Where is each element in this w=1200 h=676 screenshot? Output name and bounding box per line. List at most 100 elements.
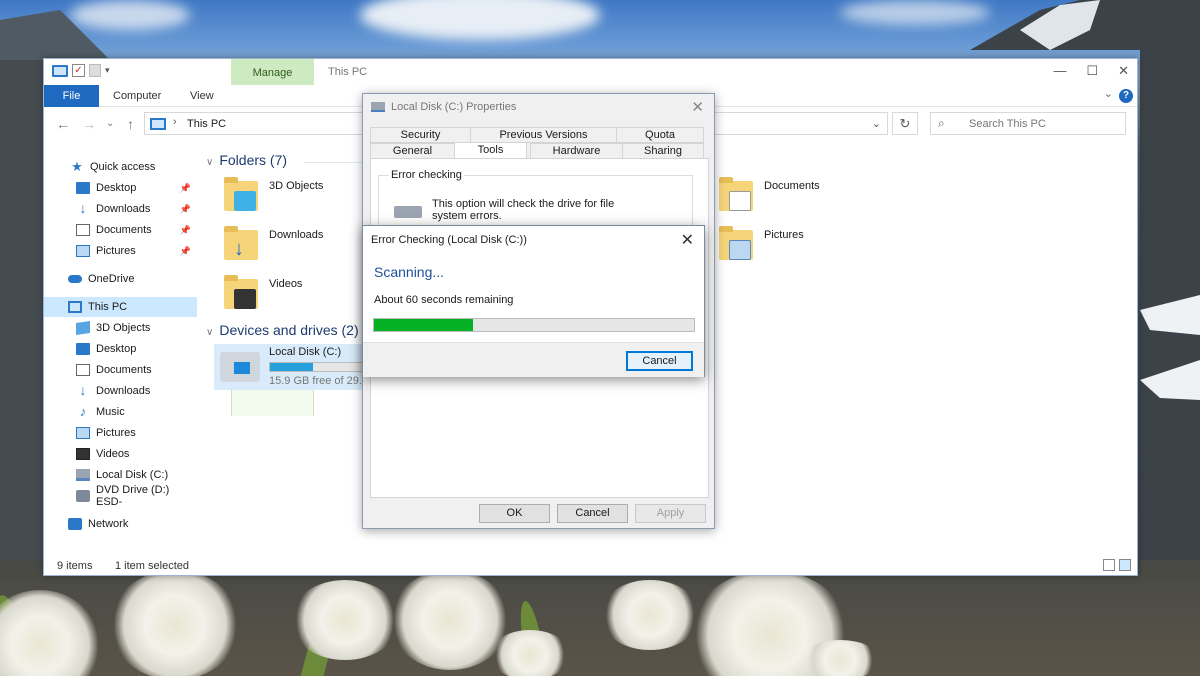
sidebar-item-pictures[interactable]: Pictures 📌 xyxy=(44,241,197,261)
sidebar-item-documents[interactable]: Documents 📌 xyxy=(44,220,197,240)
close-button[interactable]: ✕ xyxy=(1118,63,1129,79)
tab-quota[interactable]: Quota xyxy=(616,127,704,143)
sidebar-item-label: Music xyxy=(96,406,125,418)
sidebar-item-downloads[interactable]: ↓ Downloads 📌 xyxy=(44,199,197,219)
search-icon: ⌕ xyxy=(938,116,945,130)
item-count: 9 items xyxy=(57,560,93,572)
sidebar-item-dvd-drive[interactable]: DVD Drive (D:) ESD- xyxy=(44,484,197,508)
details-view-icon[interactable] xyxy=(1103,559,1115,571)
desktop-icon xyxy=(76,182,90,194)
video-icon xyxy=(76,448,90,460)
chevron-down-icon: ∨ xyxy=(206,327,214,338)
cancel-button[interactable]: Cancel xyxy=(557,504,628,523)
devices-group-header[interactable]: ∨ Devices and drives (2) xyxy=(206,322,359,338)
dvd-drive-icon xyxy=(76,490,90,502)
tab-computer[interactable]: Computer xyxy=(101,85,173,107)
hard-drive-icon xyxy=(371,102,385,112)
folder-documents[interactable]: Documents xyxy=(719,177,829,221)
status-bar: 9 items 1 item selected xyxy=(44,557,1137,577)
expand-ribbon-icon[interactable]: ⌄ xyxy=(1104,87,1113,100)
sidebar-item-documents[interactable]: Documents xyxy=(44,360,197,380)
hard-drive-icon xyxy=(220,352,260,382)
help-icon[interactable]: ? xyxy=(1119,89,1133,103)
sidebar-item-desktop[interactable]: Desktop 📌 xyxy=(44,178,197,198)
picture-icon xyxy=(76,427,90,439)
forward-arrow-icon[interactable]: → xyxy=(82,116,96,132)
close-icon[interactable]: ✕ xyxy=(681,230,694,250)
tab-view[interactable]: View xyxy=(178,85,226,107)
dialog-title-bar: Local Disk (C:) Properties xyxy=(371,101,516,113)
apply-button[interactable]: Apply xyxy=(635,504,706,523)
sidebar-item-label: This PC xyxy=(88,301,128,313)
sidebar-item-onedrive[interactable]: OneDrive xyxy=(44,269,197,289)
refresh-button[interactable]: ↻ xyxy=(892,112,918,135)
cancel-scan-button[interactable]: Cancel xyxy=(626,351,693,371)
this-pc-icon xyxy=(52,64,68,77)
window-title: This PC xyxy=(328,66,368,78)
document-icon xyxy=(76,364,90,376)
folder-label: Videos xyxy=(269,278,303,290)
sidebar-item-music[interactable]: ♪ Music xyxy=(44,402,197,422)
drive-local-disk-c[interactable]: Local Disk (C:) 15.9 GB free of 29. xyxy=(214,344,364,390)
tab-sharing[interactable]: Sharing xyxy=(622,143,704,159)
maximize-button[interactable]: ☐ xyxy=(1086,63,1098,79)
search-box[interactable]: ⌕ xyxy=(930,112,1126,135)
sidebar-item-label: Pictures xyxy=(96,427,136,439)
sidebar-item-pictures[interactable]: Pictures xyxy=(44,423,197,443)
tab-security[interactable]: Security xyxy=(370,127,471,143)
folder-label: Documents xyxy=(764,180,820,192)
large-icons-view-icon[interactable] xyxy=(1119,559,1131,571)
breadcrumb-separator-icon[interactable]: › xyxy=(173,116,177,128)
sidebar-item-3d-objects[interactable]: 3D Objects xyxy=(44,318,197,338)
dialog-title: Local Disk (C:) Properties xyxy=(391,101,517,113)
folder-videos[interactable]: Videos xyxy=(224,275,334,319)
dialog-title: Error Checking (Local Disk (C:)) xyxy=(371,234,527,246)
document-icon xyxy=(76,224,90,236)
manage-tab[interactable]: Manage xyxy=(231,59,314,85)
desktop-icon xyxy=(76,343,90,355)
this-pc-icon xyxy=(150,118,166,130)
sidebar-item-this-pc[interactable]: This PC xyxy=(44,297,197,317)
close-icon[interactable]: ✕ xyxy=(691,98,704,116)
sidebar-item-network[interactable]: Network xyxy=(44,514,197,534)
address-dropdown-icon[interactable]: ⌄ xyxy=(872,117,881,130)
sidebar-item-label: 3D Objects xyxy=(96,322,151,334)
folder-label: Downloads xyxy=(269,229,324,241)
sidebar-item-videos[interactable]: Videos xyxy=(44,444,197,464)
download-icon: ↓ xyxy=(234,238,244,260)
breadcrumb[interactable]: This PC xyxy=(187,118,226,130)
tab-file[interactable]: File xyxy=(44,85,99,107)
tab-hardware[interactable]: Hardware xyxy=(530,143,623,159)
sidebar-item-desktop[interactable]: Desktop xyxy=(44,339,197,359)
sidebar-item-label: Network xyxy=(88,518,129,530)
tab-general[interactable]: General xyxy=(370,143,455,159)
ok-button[interactable]: OK xyxy=(479,504,550,523)
folder-label: 3D Objects xyxy=(269,180,324,192)
folders-group-header[interactable]: ∨ Folders (7) xyxy=(206,152,287,168)
folder-downloads[interactable]: ↓ Downloads xyxy=(224,226,334,270)
sidebar-item-quick-access[interactable]: ★ Quick access xyxy=(44,157,197,177)
sidebar-item-label: Videos xyxy=(96,448,130,460)
folder-3d-objects[interactable]: 3D Objects xyxy=(224,177,334,221)
group-title: Folders (7) xyxy=(219,152,288,168)
search-input[interactable] xyxy=(955,115,1120,132)
recent-locations-icon[interactable]: ⌄ xyxy=(106,118,114,129)
customize-toolbar-icon[interactable]: ▾ xyxy=(105,65,110,76)
chevron-down-icon: ∨ xyxy=(206,157,214,168)
error-checking-group: Error checking This option will check th… xyxy=(378,169,693,227)
minimize-button[interactable]: — xyxy=(1053,63,1066,79)
back-arrow-icon[interactable]: ← xyxy=(56,116,70,132)
sidebar-item-label: Downloads xyxy=(96,385,151,397)
3d-objects-icon xyxy=(76,321,90,335)
folder-pictures[interactable]: Pictures xyxy=(719,226,829,270)
scan-progress-fill xyxy=(374,319,474,331)
sidebar-item-local-disk[interactable]: Local Disk (C:) xyxy=(44,465,197,485)
new-folder-icon[interactable] xyxy=(89,64,101,77)
sidebar-item-downloads[interactable]: ↓ Downloads xyxy=(44,381,197,401)
up-arrow-icon[interactable]: ↑ xyxy=(127,116,134,132)
video-icon xyxy=(234,289,256,309)
dialog-footer: Cancel xyxy=(363,342,704,377)
tab-previous-versions[interactable]: Previous Versions xyxy=(470,127,617,143)
sidebar-item-label: Documents xyxy=(96,364,152,376)
properties-icon[interactable]: ✓ xyxy=(72,64,85,77)
